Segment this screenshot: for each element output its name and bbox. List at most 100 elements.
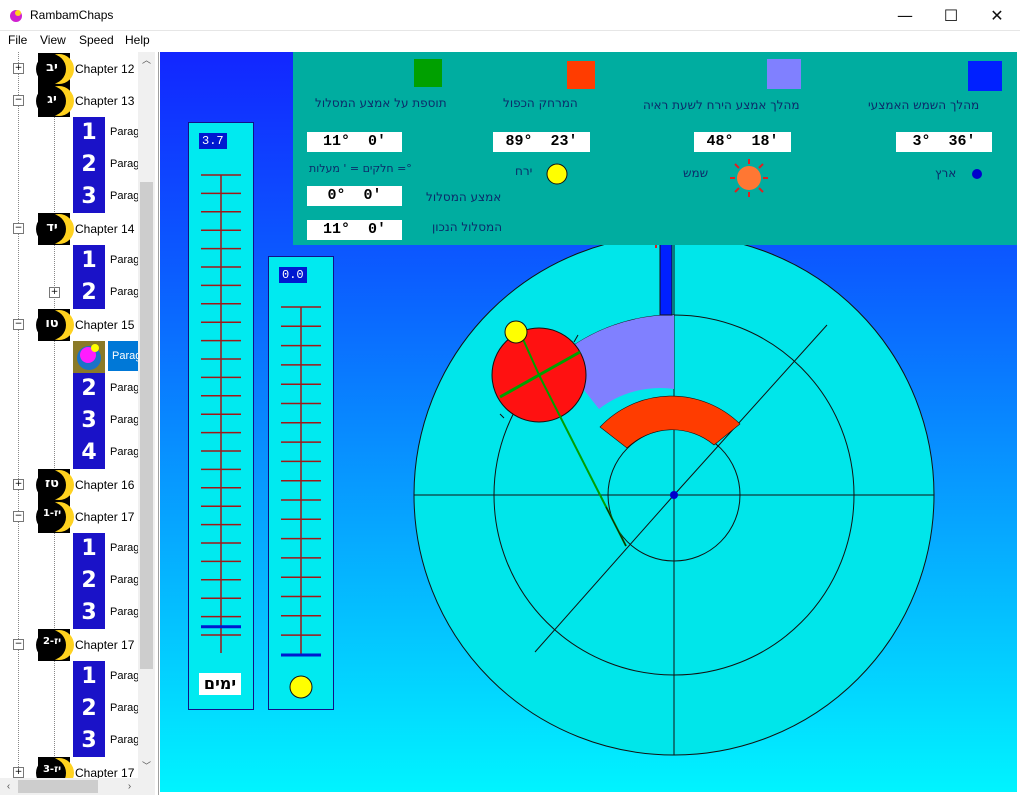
- sun-legend-icon: [730, 159, 768, 197]
- tree-item-paragraph[interactable]: Parag: [110, 542, 139, 554]
- scroll-thumb[interactable]: [18, 780, 98, 793]
- collapse-toggle-icon[interactable]: −: [13, 319, 24, 330]
- tree-item-paragraph[interactable]: Parag: [110, 382, 139, 394]
- chapter-number: יג: [47, 92, 57, 107]
- paragraph-number-icon: 2: [73, 373, 105, 405]
- sun-motion-bar: [659, 236, 673, 316]
- menu-view[interactable]: View: [40, 33, 66, 47]
- tree-item-paragraph[interactable]: Parag: [110, 446, 139, 458]
- close-button[interactable]: ✕: [974, 0, 1020, 30]
- blue-legend-swatch: [968, 61, 1002, 91]
- sun-motion-value: 3° 36': [896, 132, 992, 152]
- chapter-tree[interactable]: + יב Chapter 12 − יג Chapter 13 1 Parag …: [0, 52, 159, 795]
- tree-item-paragraph[interactable]: Parag: [110, 702, 139, 714]
- days-scale: [201, 174, 241, 653]
- paragraph-number-icon: 2: [73, 693, 105, 725]
- paragraph-number-icon: 1: [73, 117, 105, 149]
- collapse-toggle-icon[interactable]: −: [13, 95, 24, 106]
- collapse-toggle-icon[interactable]: −: [13, 223, 24, 234]
- units-label: חלקים = ' מעלות =°: [309, 162, 412, 175]
- tree-item-chapter-17-part-1[interactable]: Chapter 17: [75, 510, 134, 524]
- tree-item-chapter-16[interactable]: Chapter 16: [75, 478, 134, 492]
- chapter-number: טו: [45, 316, 59, 331]
- tree-item-chapter-15[interactable]: Chapter 15: [75, 318, 134, 332]
- minimize-button[interactable]: —: [882, 0, 928, 30]
- tree-item-paragraph[interactable]: Parag: [110, 286, 139, 298]
- hours-gauge: 0.0: [268, 256, 334, 710]
- tree-guide-line: [54, 660, 55, 756]
- double-distance-legend-label: המרחק הכפול: [503, 96, 578, 110]
- chapter-number: טז: [44, 476, 60, 491]
- red-legend-swatch: [567, 61, 595, 89]
- paragraph-number-icon: 2: [73, 149, 105, 181]
- menu-bar: File View Speed Help: [0, 31, 1020, 50]
- moon-motion-legend-label: מהלך אמצע הירח לשעת ראיה: [643, 98, 800, 112]
- tree-guide-line: [54, 244, 55, 308]
- menu-speed[interactable]: Speed: [79, 33, 114, 47]
- tree-item-chapter-17-part-2[interactable]: Chapter 17: [75, 638, 134, 652]
- collapse-toggle-icon[interactable]: −: [13, 511, 24, 522]
- collapse-toggle-icon[interactable]: −: [13, 639, 24, 650]
- tree-item-paragraph[interactable]: Parag: [110, 574, 139, 586]
- addition-legend-label: תוספת על אמצע המסלול: [315, 96, 447, 110]
- paragraph-number-icon: 1: [73, 245, 105, 277]
- scroll-left-icon[interactable]: ‹: [0, 778, 17, 795]
- menu-help[interactable]: Help: [125, 33, 150, 47]
- moon-phase-icon: יב: [36, 53, 74, 85]
- maximize-button[interactable]: ☐: [928, 0, 974, 30]
- chapter-number: 3-יז: [42, 764, 62, 775]
- scroll-up-icon[interactable]: ︿: [138, 52, 155, 69]
- paragraph-number-icon: 2: [73, 565, 105, 597]
- earth-legend-icon: [972, 169, 982, 179]
- earth-legend-label: ארץ: [935, 166, 957, 180]
- tree-guide-line: [54, 532, 55, 628]
- tree-item-paragraph[interactable]: Parag: [110, 670, 139, 682]
- tree-item-paragraph[interactable]: Parag: [110, 190, 139, 202]
- lavender-legend-swatch: [767, 59, 801, 89]
- expand-toggle-icon[interactable]: +: [13, 479, 24, 490]
- tree-item-paragraph[interactable]: Parag: [110, 414, 139, 426]
- moon-phase-icon: טו: [36, 309, 74, 341]
- expand-toggle-icon[interactable]: +: [13, 767, 24, 778]
- tree-item-chapter-12[interactable]: Chapter 12: [75, 62, 134, 76]
- moon-phase-icon: 1-יז: [36, 501, 74, 533]
- chapter-number: 1-יז: [42, 508, 62, 519]
- selected-paragraph-icon: [73, 341, 105, 373]
- moon-icon: [289, 675, 313, 699]
- sun-legend-label: שמש: [683, 166, 709, 180]
- menu-file[interactable]: File: [8, 33, 27, 47]
- expand-toggle-icon[interactable]: +: [49, 287, 60, 298]
- paragraph-number-icon: 3: [73, 597, 105, 629]
- tree-item-paragraph[interactable]: Parag: [110, 734, 139, 746]
- tree-item-chapter-14[interactable]: Chapter 14: [75, 222, 134, 236]
- tree-item-paragraph[interactable]: Parag: [110, 158, 139, 170]
- tree-vertical-scrollbar[interactable]: ︿ ﹀: [138, 52, 155, 778]
- paragraph-number-icon: 2: [73, 277, 105, 309]
- chapter-number: יב: [46, 60, 58, 75]
- tree-item-paragraph[interactable]: Parag: [110, 254, 139, 266]
- paragraph-number-icon: 1: [73, 533, 105, 565]
- tree-horizontal-scrollbar[interactable]: ‹ ›: [0, 778, 155, 795]
- moon-motion-value: 48° 18': [694, 132, 791, 152]
- tree-item-paragraph[interactable]: Parag: [110, 126, 139, 138]
- moon-icon: [504, 320, 528, 344]
- moon-legend-icon: [546, 163, 568, 185]
- tree-item-paragraph[interactable]: Parag: [110, 606, 139, 618]
- paragraph-number-icon: 1: [73, 661, 105, 693]
- paragraph-number-icon: 4: [73, 437, 105, 469]
- moon-phase-icon: יג: [36, 85, 74, 117]
- tree-guide-line: [18, 52, 19, 795]
- scroll-thumb[interactable]: [140, 182, 153, 669]
- expand-toggle-icon[interactable]: +: [13, 63, 24, 74]
- scroll-down-icon[interactable]: ﹀: [138, 758, 155, 775]
- title-bar: RambamChaps — ☐ ✕: [0, 0, 1020, 31]
- scroll-right-icon[interactable]: ›: [121, 778, 138, 795]
- tree-item-chapter-13[interactable]: Chapter 13: [75, 94, 134, 108]
- moon-phase-icon: יד: [36, 213, 74, 245]
- tree-guide-line: [54, 116, 55, 212]
- app-icon: [10, 10, 22, 22]
- tree-guide-line: [54, 340, 55, 468]
- chapter-number: יד: [46, 220, 58, 235]
- days-label: ימים: [199, 673, 241, 695]
- true-course-value: 11° 0': [307, 220, 402, 240]
